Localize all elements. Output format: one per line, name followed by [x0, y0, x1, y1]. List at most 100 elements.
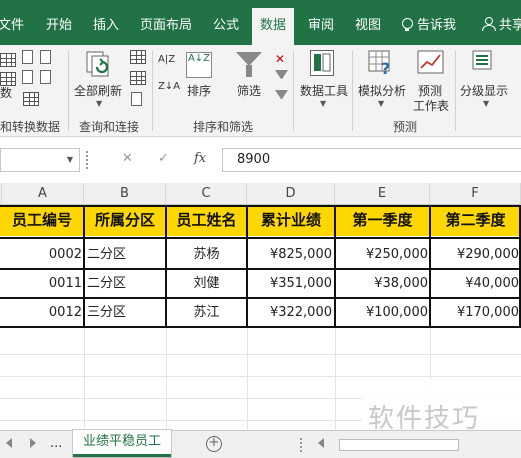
scrollbar-thumb[interactable]	[339, 439, 459, 451]
chevron-down-icon[interactable]: ▼	[96, 99, 102, 108]
table-cell[interactable]: ¥250,000	[335, 241, 428, 270]
scroll-right-icon[interactable]	[30, 438, 36, 448]
what-if-icon[interactable]: ?	[368, 50, 394, 78]
chevron-down-icon[interactable]: ▼	[320, 99, 326, 108]
filter-button[interactable]: 筛选	[237, 82, 261, 99]
get-data-button[interactable]: 数	[0, 84, 12, 101]
more-sheets-button[interactable]: ...	[50, 436, 62, 451]
scroll-left-icon[interactable]	[6, 438, 12, 448]
table-cell[interactable]: 0011	[0, 270, 82, 299]
formula-bar: ▼ ✕ ✓ fx 8900	[0, 137, 521, 183]
column-header-a[interactable]: A	[2, 183, 84, 205]
table-cell[interactable]: 三分区	[87, 299, 165, 328]
sort-ascending-icon[interactable]: A|Z	[158, 55, 175, 65]
column-header-f[interactable]: F	[430, 183, 521, 205]
column-header-b[interactable]: B	[84, 183, 166, 205]
sort-button[interactable]: 排序	[187, 82, 211, 99]
chevron-down-icon[interactable]: ▼	[67, 155, 73, 164]
tab-home[interactable]: 开始	[46, 14, 72, 33]
chevron-down-icon[interactable]: ▼	[378, 99, 384, 108]
tell-me-search[interactable]: 告诉我	[402, 14, 456, 33]
tab-page-layout[interactable]: 页面布局	[140, 14, 192, 33]
chevron-down-icon[interactable]: ▼	[483, 99, 489, 108]
ribbon-separator	[352, 51, 353, 131]
queries-connections-icon[interactable]	[130, 50, 146, 64]
header-cell-total-sales[interactable]: 累计业绩	[247, 205, 335, 236]
existing-connections-icon[interactable]	[40, 50, 51, 64]
recent-sources-icon[interactable]	[23, 92, 39, 106]
tab-review[interactable]: 审阅	[308, 14, 334, 33]
table-icon[interactable]	[0, 53, 16, 67]
share-button[interactable]: 共享	[482, 14, 521, 33]
header-cell-q1[interactable]: 第一季度	[335, 205, 430, 236]
clear-filter-icon[interactable]: ✕	[275, 52, 285, 66]
table-border	[0, 268, 521, 270]
properties-icon[interactable]	[130, 71, 146, 85]
table-cell[interactable]: ¥322,000	[247, 299, 332, 328]
column-header-e[interactable]: E	[335, 183, 430, 205]
insert-function-icon[interactable]: fx	[194, 151, 206, 166]
formula-buttons: ✕ ✓ fx	[100, 148, 222, 172]
refresh-all-icon[interactable]	[84, 51, 114, 81]
filter-icon[interactable]	[236, 52, 262, 66]
enter-icon[interactable]: ✓	[158, 151, 169, 166]
table-cell[interactable]: ¥825,000	[247, 241, 332, 270]
table-cell[interactable]: 二分区	[87, 241, 165, 270]
add-sheet-icon[interactable]: +	[206, 436, 222, 452]
sort-descending-icon[interactable]: Z↓A	[158, 81, 180, 92]
ribbon-data: 数 和转换数据 全部刷新 ▼ 查询和连接 A|Z Z↓A A↓Z 排序 筛选 ✕…	[0, 45, 521, 137]
watermark-text: 软件技巧	[368, 404, 481, 434]
tab-formulas[interactable]: 公式	[213, 14, 239, 33]
filter-icon-stem	[246, 65, 252, 77]
gridline	[0, 376, 521, 377]
table-cell[interactable]: 二分区	[87, 270, 165, 299]
refresh-all-button[interactable]: 全部刷新	[74, 82, 122, 99]
forecast-sheet-icon[interactable]	[417, 50, 445, 76]
ribbon-separator	[68, 51, 69, 131]
header-cell-employee-name[interactable]: 员工姓名	[166, 205, 247, 236]
table-cell[interactable]: 苏江	[166, 299, 247, 328]
header-cell-q2[interactable]: 第二季度	[430, 205, 521, 236]
table-border	[165, 205, 167, 328]
table-cell[interactable]: ¥290,000	[430, 241, 519, 270]
sheet-tab-active[interactable]: 业绩平稳员工	[73, 430, 172, 457]
formula-input[interactable]: 8900	[222, 148, 521, 172]
what-if-button[interactable]: 模拟分析	[358, 82, 406, 99]
advanced-filter-icon[interactable]	[275, 90, 288, 101]
table-cell[interactable]: ¥100,000	[335, 299, 428, 328]
name-box[interactable]: ▼	[0, 148, 80, 172]
from-web-icon[interactable]	[22, 70, 33, 84]
outline-button[interactable]: 分级显示	[460, 82, 508, 99]
data-tools-icon[interactable]	[310, 50, 334, 76]
table-cell[interactable]: 苏杨	[166, 241, 247, 270]
tab-split-handle[interactable]	[300, 438, 303, 452]
horizontal-scrollbar[interactable]	[335, 439, 521, 451]
table-cell[interactable]: 刘健	[166, 270, 247, 299]
cancel-icon[interactable]: ✕	[122, 151, 133, 166]
data-tools-button[interactable]: 数据工具	[300, 82, 348, 99]
from-table-icon[interactable]	[40, 70, 51, 84]
tab-view[interactable]: 视图	[355, 14, 381, 33]
reapply-icon[interactable]	[275, 70, 288, 81]
from-text-icon[interactable]	[22, 50, 33, 64]
resize-handle[interactable]	[86, 151, 89, 169]
table-cell[interactable]: ¥170,000	[430, 299, 519, 328]
header-cell-district[interactable]: 所属分区	[84, 205, 166, 236]
hscroll-left-icon[interactable]	[318, 438, 324, 448]
table-cell[interactable]: ¥40,000	[430, 270, 519, 299]
edit-links-icon[interactable]	[131, 92, 142, 106]
outline-icon[interactable]	[472, 50, 496, 72]
header-cell-employee-id[interactable]: 员工编号	[0, 205, 84, 236]
forecast-sheet-label-2[interactable]: 工作表	[413, 97, 449, 114]
sort-dialog-icon[interactable]: A↓Z	[186, 52, 212, 78]
tab-data[interactable]: 数据	[252, 8, 295, 45]
table-cell[interactable]: ¥351,000	[247, 270, 332, 299]
tab-file[interactable]: 文件	[0, 14, 24, 33]
tab-insert[interactable]: 插入	[93, 14, 119, 33]
column-header-c[interactable]: C	[166, 183, 247, 205]
table-cell[interactable]: 0012	[0, 299, 82, 328]
table-cell[interactable]: ¥38,000	[335, 270, 428, 299]
sort-dialog-glyph: A↓Z	[187, 53, 211, 64]
column-header-d[interactable]: D	[247, 183, 335, 205]
table-cell[interactable]: 0002	[0, 241, 82, 270]
